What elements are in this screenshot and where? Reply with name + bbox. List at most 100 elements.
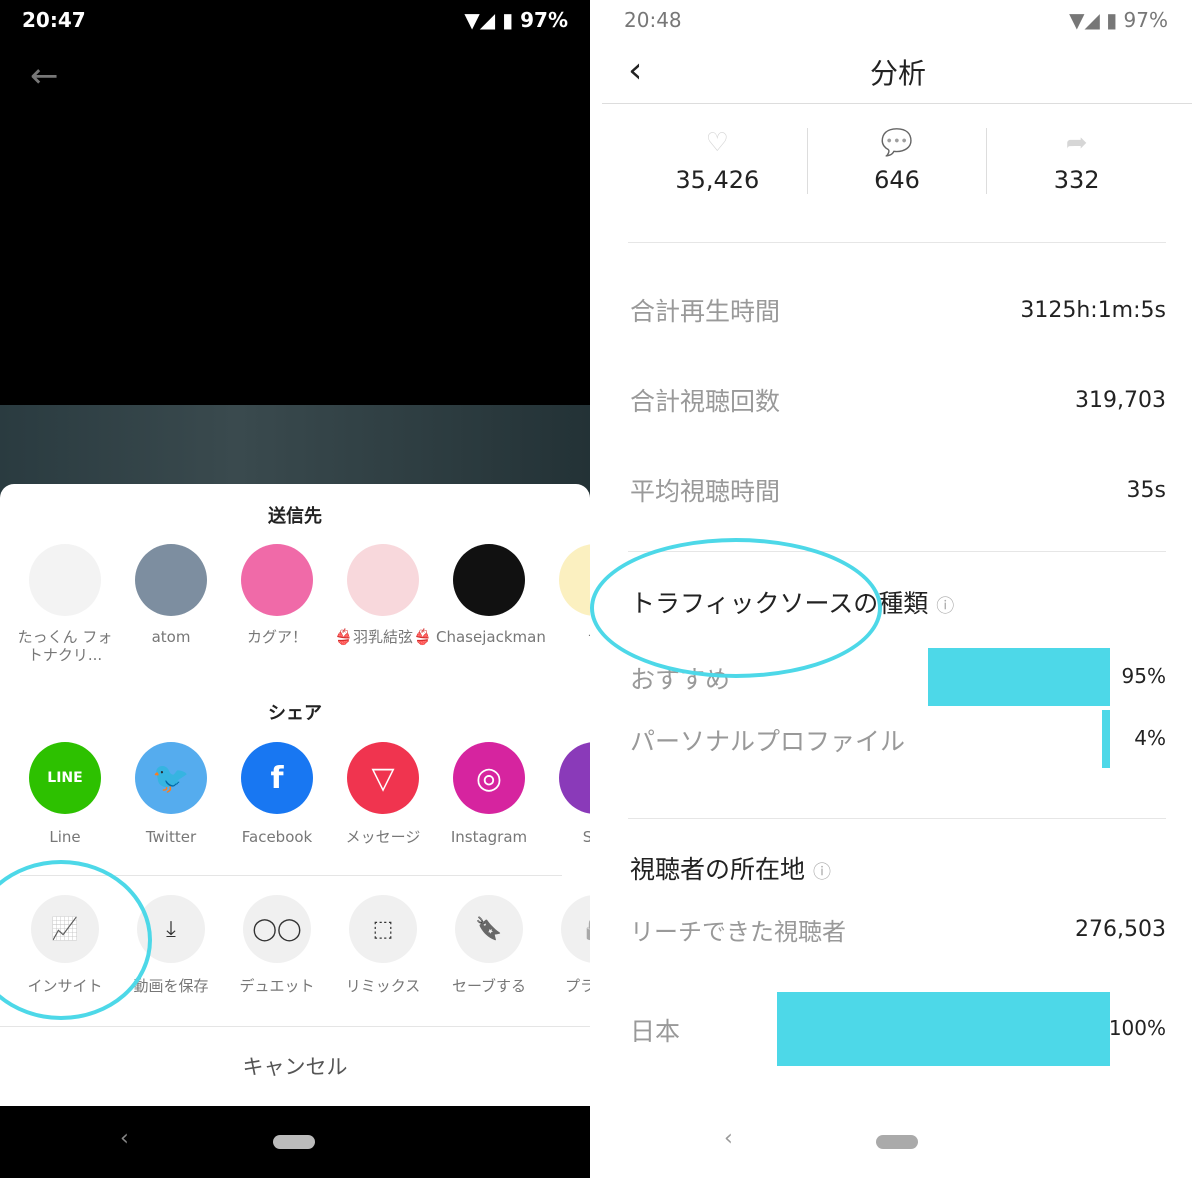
action-item[interactable]: 🔒 プライ一 <box>542 895 590 995</box>
share-icon: ➦ <box>1065 128 1088 158</box>
stat-item: ♡ 35,426 <box>628 128 807 194</box>
contact-avatar <box>453 544 525 616</box>
share-label: Line <box>49 828 81 846</box>
contact-avatar <box>241 544 313 616</box>
stat-value: 332 <box>1053 166 1100 194</box>
comment-icon: 💬 <box>880 128 914 158</box>
heart-icon: ♡ <box>705 128 729 158</box>
country-label: 日本 <box>630 1017 681 1046</box>
divider <box>628 818 1166 819</box>
page-title: 分析 <box>869 57 926 90</box>
metric-value: 319,703 <box>1075 387 1166 413</box>
analytics-screen: 20:48 ▼◢ ▮ 97% ‹ 分析 ♡ 35,426 💬 646 ➦ 332 合計再生… <box>590 0 1200 1178</box>
contact-name: カグア！ <box>246 628 307 646</box>
metric-value: 3125h:1m:5s <box>1020 297 1166 323</box>
contact-item[interactable]: テ <box>542 544 590 664</box>
nav-back-icon[interactable]: ‹ <box>724 1126 733 1151</box>
share-twitter[interactable]: 🐦 Twitter <box>118 742 224 846</box>
duet-icon: ◯◯ <box>243 895 311 963</box>
stat-item: 💬 646 <box>806 128 987 194</box>
share-label: Facebook <box>241 828 313 846</box>
cancel-button[interactable]: キャンセル <box>0 1027 590 1105</box>
share-label: Instagram <box>450 828 528 846</box>
contact-avatar <box>347 544 419 616</box>
lock-icon: 🔒 <box>561 895 590 963</box>
share-title: シェア <box>268 703 322 724</box>
location-title-text: 視聴者の所在地 <box>630 855 806 884</box>
contact-item[interactable]: たっくん フォトナクリ... <box>12 544 118 664</box>
action-item[interactable]: ⬚ リミックス <box>330 895 436 995</box>
contact-name: たっくん フォトナクリ... <box>17 628 113 664</box>
share-label: Twitter <box>145 828 197 846</box>
contact-item[interactable]: 👙羽乳結弦👙 <box>330 544 436 664</box>
stat-value: 35,426 <box>675 166 760 194</box>
traffic-bar <box>927 648 1110 706</box>
metric-label: 平均視聴時間 <box>630 477 781 506</box>
contact-avatar <box>135 544 207 616</box>
message-icon: ▽ <box>347 742 419 814</box>
country-pct: 100% <box>1108 1016 1166 1040</box>
action-label: プライ一 <box>564 977 590 995</box>
metric-row: 平均視聴時間 35s <box>630 472 1166 508</box>
stat-item: ➦ 332 <box>986 128 1166 194</box>
action-label: リミックス <box>345 977 421 995</box>
contact-avatar <box>29 544 101 616</box>
metric-label: 合計再生時間 <box>630 297 781 326</box>
reach-label: リーチできた視聴者 <box>630 918 846 946</box>
share-instagram[interactable]: ◎ Instagram <box>436 742 542 846</box>
contact-item[interactable]: atom <box>118 544 224 664</box>
traffic-pct: 4% <box>1134 726 1166 750</box>
share-label: Sto <box>582 828 590 846</box>
metric-row: 合計再生時間 3125h:1m:5s <box>630 292 1166 328</box>
action-label: セーブする <box>451 977 527 995</box>
share-sheet-screen: 20:47 ▼◢ ▮ 97% ← 送信先 たっくん フォトナクリ... atom カ… <box>0 0 590 1178</box>
share-メッセージ[interactable]: ▽ メッセージ <box>330 742 436 846</box>
traffic-label: パーソナルプロファイル <box>630 727 906 756</box>
info-icon[interactable]: ⓘ <box>813 862 831 883</box>
share-sto[interactable]: Sto <box>542 742 590 846</box>
metric-label: 合計視聴回数 <box>630 387 781 416</box>
line-icon: LINE <box>29 742 101 814</box>
battery-level: 97% <box>520 8 568 32</box>
traffic-pct: 95% <box>1121 664 1166 688</box>
reach-value: 276,503 <box>1075 917 1166 942</box>
video-preview <box>0 405 590 495</box>
nav-home-pill[interactable] <box>876 1135 918 1149</box>
contact-name: テ <box>542 628 590 646</box>
metric-value: 35s <box>1126 477 1166 503</box>
bookmark-icon: 🔖 <box>455 895 523 963</box>
nav-home-pill[interactable] <box>273 1135 315 1149</box>
header-divider <box>602 103 1192 104</box>
contact-item[interactable]: カグア！ <box>224 544 330 664</box>
story-icon <box>559 742 590 814</box>
contact-avatar <box>559 544 590 616</box>
status-icons: ▼◢ ▮ 97% <box>464 8 568 32</box>
nav-bar: ‹ <box>0 1106 590 1178</box>
nav-back-icon[interactable]: ‹ <box>120 1126 129 1151</box>
action-item[interactable]: ◯◯ デュエット <box>224 895 330 995</box>
traffic-bar <box>1102 710 1110 768</box>
instagram-icon: ◎ <box>453 742 525 814</box>
action-item[interactable]: 🔖 セーブする <box>436 895 542 995</box>
action-label: デュエット <box>239 977 315 995</box>
country-bar <box>777 992 1110 1066</box>
send-title: 送信先 <box>268 506 322 527</box>
status-time: 20:48 <box>624 8 682 32</box>
contact-item[interactable]: Chasejackman <box>436 544 546 664</box>
twitter-icon: 🐦 <box>135 742 207 814</box>
share-line[interactable]: LINE Line <box>12 742 118 846</box>
contact-name: 👙羽乳結弦👙 <box>334 628 432 646</box>
stat-value: 646 <box>874 166 920 194</box>
info-icon[interactable]: ⓘ <box>936 596 954 617</box>
share-label: メッセージ <box>345 828 421 846</box>
battery-level: 97% <box>1123 8 1168 32</box>
status-icons: ▼◢ ▮ 97% <box>1069 8 1168 32</box>
status-time: 20:47 <box>22 8 86 32</box>
back-arrow-icon[interactable]: ← <box>30 56 59 96</box>
contact-name: Chasejackman <box>436 628 546 646</box>
share-facebook[interactable]: f Facebook <box>224 742 330 846</box>
highlight-circle <box>590 538 882 678</box>
divider <box>628 242 1166 243</box>
contact-name: atom <box>151 628 191 646</box>
metric-row: 合計視聴回数 319,703 <box>630 382 1166 418</box>
